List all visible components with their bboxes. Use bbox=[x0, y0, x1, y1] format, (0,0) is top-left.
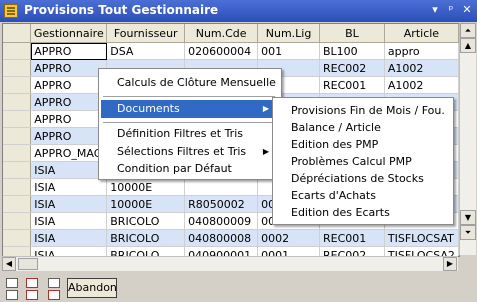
submenu-item-edition-pmp[interactable]: Edition des PMP bbox=[275, 136, 451, 154]
scroll-right-button[interactable]: ▶ bbox=[443, 257, 457, 271]
table-cell[interactable]: APPRO bbox=[30, 42, 108, 60]
submenu-item-ecarts-achats[interactable]: Ecarts d'Achats bbox=[275, 187, 451, 205]
scroll-down-button[interactable]: ▼ bbox=[460, 210, 476, 225]
insert-record-icon[interactable] bbox=[48, 278, 60, 288]
menu-separator bbox=[103, 96, 275, 97]
table-cell[interactable]: 040800008 bbox=[184, 229, 259, 247]
menu-item-definition-filtres[interactable]: Définition Filtres et Tris bbox=[101, 125, 277, 143]
table-cell[interactable]: ISIA bbox=[30, 178, 108, 196]
table-cell[interactable] bbox=[184, 178, 259, 196]
row-selector[interactable] bbox=[3, 127, 32, 145]
column-header[interactable]: Num.Lig bbox=[257, 24, 320, 43]
column-header[interactable]: Fournisseur bbox=[106, 24, 186, 43]
scroll-bottom-button[interactable]: ⏷ bbox=[460, 225, 476, 240]
previous-record-icon[interactable] bbox=[26, 278, 38, 288]
submenu-item-provisions[interactable]: Provisions Fin de Mois / Fou. bbox=[275, 102, 451, 120]
menu-item-label: Sélections Filtres et Tris bbox=[117, 145, 247, 158]
last-record-icon[interactable] bbox=[6, 290, 18, 300]
menu-item-label: Documents bbox=[117, 102, 180, 115]
table-cell[interactable]: APPRO_MAG bbox=[30, 144, 108, 162]
pin-icon[interactable]: ᵖ bbox=[444, 3, 458, 17]
scroll-left-button[interactable]: ◀ bbox=[2, 257, 16, 271]
menu-item-documents[interactable]: Documents ▶ bbox=[101, 100, 277, 118]
table-cell[interactable]: REC002 bbox=[319, 59, 385, 77]
row-selector[interactable] bbox=[3, 144, 32, 162]
row-selector[interactable] bbox=[3, 110, 32, 128]
submenu-item-edition-ecarts[interactable]: Edition des Ecarts bbox=[275, 204, 451, 222]
context-menu: Calculs de Clôture Mensuelle Documents ▶… bbox=[98, 68, 282, 180]
table-cell[interactable]: BRICOLO bbox=[106, 229, 186, 247]
table-cell[interactable]: APPRO bbox=[30, 76, 108, 94]
table-cell[interactable]: 020600004 bbox=[184, 42, 259, 60]
table-row[interactable]: APPRO DSA 020600004 001 BL100 appro bbox=[3, 42, 459, 60]
scroll-top-button[interactable]: ⏶ bbox=[460, 23, 476, 38]
list-icon bbox=[4, 4, 18, 18]
table-cell[interactable]: A1002 bbox=[384, 76, 459, 94]
documents-submenu: Provisions Fin de Mois / Fou. Balance / … bbox=[272, 97, 454, 225]
submenu-item-problemes-pmp[interactable]: Problèmes Calcul PMP bbox=[275, 153, 451, 171]
row-selector[interactable] bbox=[3, 195, 32, 213]
scroll-thumb[interactable] bbox=[18, 258, 38, 270]
row-selector[interactable] bbox=[3, 42, 32, 60]
table-cell[interactable]: A1002 bbox=[384, 59, 459, 77]
row-selector[interactable] bbox=[3, 178, 32, 196]
next-record-icon[interactable] bbox=[26, 290, 38, 300]
table-cell[interactable]: 10000E bbox=[106, 195, 186, 213]
table-cell[interactable]: R8050002 bbox=[184, 195, 259, 213]
table-row[interactable]: ISIA BRICOLO 040800008 0002 REC001 TISFLOCSAT bbox=[3, 229, 459, 247]
vertical-scrollbar[interactable]: ⏶ ▲ ▼ ⏷ bbox=[459, 23, 476, 255]
table-cell[interactable]: ISIA bbox=[30, 195, 108, 213]
scroll-up-button[interactable]: ▲ bbox=[460, 38, 476, 53]
table-cell[interactable]: APPRO bbox=[30, 93, 108, 111]
table-cell[interactable]: ISIA bbox=[30, 229, 108, 247]
table-cell[interactable]: REC001 bbox=[319, 76, 385, 94]
close-icon[interactable]: ✕ bbox=[460, 3, 474, 17]
table-cell[interactable]: 0002 bbox=[257, 229, 320, 247]
app-window: Provisions Tout Gestionnaire ▾ ᵖ ✕ Gesti… bbox=[0, 0, 477, 302]
table-cell[interactable]: APPRO bbox=[30, 59, 108, 77]
table-cell[interactable]: TISFLOCSAT bbox=[384, 229, 459, 247]
table-cell[interactable]: 040800009 bbox=[184, 212, 259, 230]
first-record-icon[interactable] bbox=[6, 278, 18, 288]
column-header[interactable]: Num.Cde bbox=[184, 24, 259, 43]
submenu-item-depreciations[interactable]: Dépréciations de Stocks bbox=[275, 170, 451, 188]
column-header[interactable]: Gestionnaire bbox=[30, 24, 108, 43]
row-selector[interactable] bbox=[3, 229, 32, 247]
table-cell[interactable]: 10000E bbox=[106, 178, 186, 196]
submenu-arrow-icon: ▶ bbox=[262, 104, 269, 113]
column-header[interactable]: Article bbox=[384, 24, 459, 43]
column-header[interactable]: BL bbox=[319, 24, 385, 43]
table-cell[interactable]: APPRO bbox=[30, 110, 108, 128]
row-selector-header[interactable] bbox=[3, 24, 32, 43]
table-cell[interactable]: appro bbox=[384, 42, 459, 60]
submenu-arrow-icon: ▶ bbox=[262, 147, 269, 156]
table-cell[interactable]: ISIA bbox=[30, 212, 108, 230]
title-bar: Provisions Tout Gestionnaire ▾ ᵖ ✕ bbox=[0, 0, 477, 22]
table-cell[interactable]: BRICOLO bbox=[106, 212, 186, 230]
table-cell[interactable]: APPRO bbox=[30, 127, 108, 145]
table-cell[interactable]: 001 bbox=[257, 42, 320, 60]
menu-item-selections-filtres[interactable]: Sélections Filtres et Tris ▶ bbox=[101, 143, 277, 161]
table-cell[interactable]: BL100 bbox=[319, 42, 385, 60]
row-selector[interactable] bbox=[3, 59, 32, 77]
menu-item-calculs[interactable]: Calculs de Clôture Mensuelle bbox=[101, 74, 277, 92]
row-selector[interactable] bbox=[3, 93, 32, 111]
row-selector[interactable] bbox=[3, 76, 32, 94]
window-title: Provisions Tout Gestionnaire bbox=[24, 3, 219, 17]
table-cell[interactable]: ISIA bbox=[30, 161, 108, 179]
abandon-button[interactable]: Abandon bbox=[67, 278, 117, 298]
menu-separator bbox=[103, 122, 275, 123]
horizontal-scrollbar[interactable]: ◀ ▶ bbox=[2, 256, 458, 271]
table-cell[interactable]: DSA bbox=[106, 42, 186, 60]
menu-item-condition-defaut[interactable]: Condition par Défaut bbox=[101, 160, 277, 178]
delete-record-icon[interactable] bbox=[48, 290, 60, 300]
table-cell[interactable]: REC001 bbox=[319, 229, 385, 247]
menu-dropdown-icon[interactable]: ▾ bbox=[428, 3, 442, 17]
row-selector[interactable] bbox=[3, 212, 32, 230]
submenu-item-balance-article[interactable]: Balance / Article bbox=[275, 119, 451, 137]
row-selector[interactable] bbox=[3, 161, 32, 179]
header-row: Gestionnaire Fournisseur Num.Cde Num.Lig… bbox=[3, 24, 459, 43]
